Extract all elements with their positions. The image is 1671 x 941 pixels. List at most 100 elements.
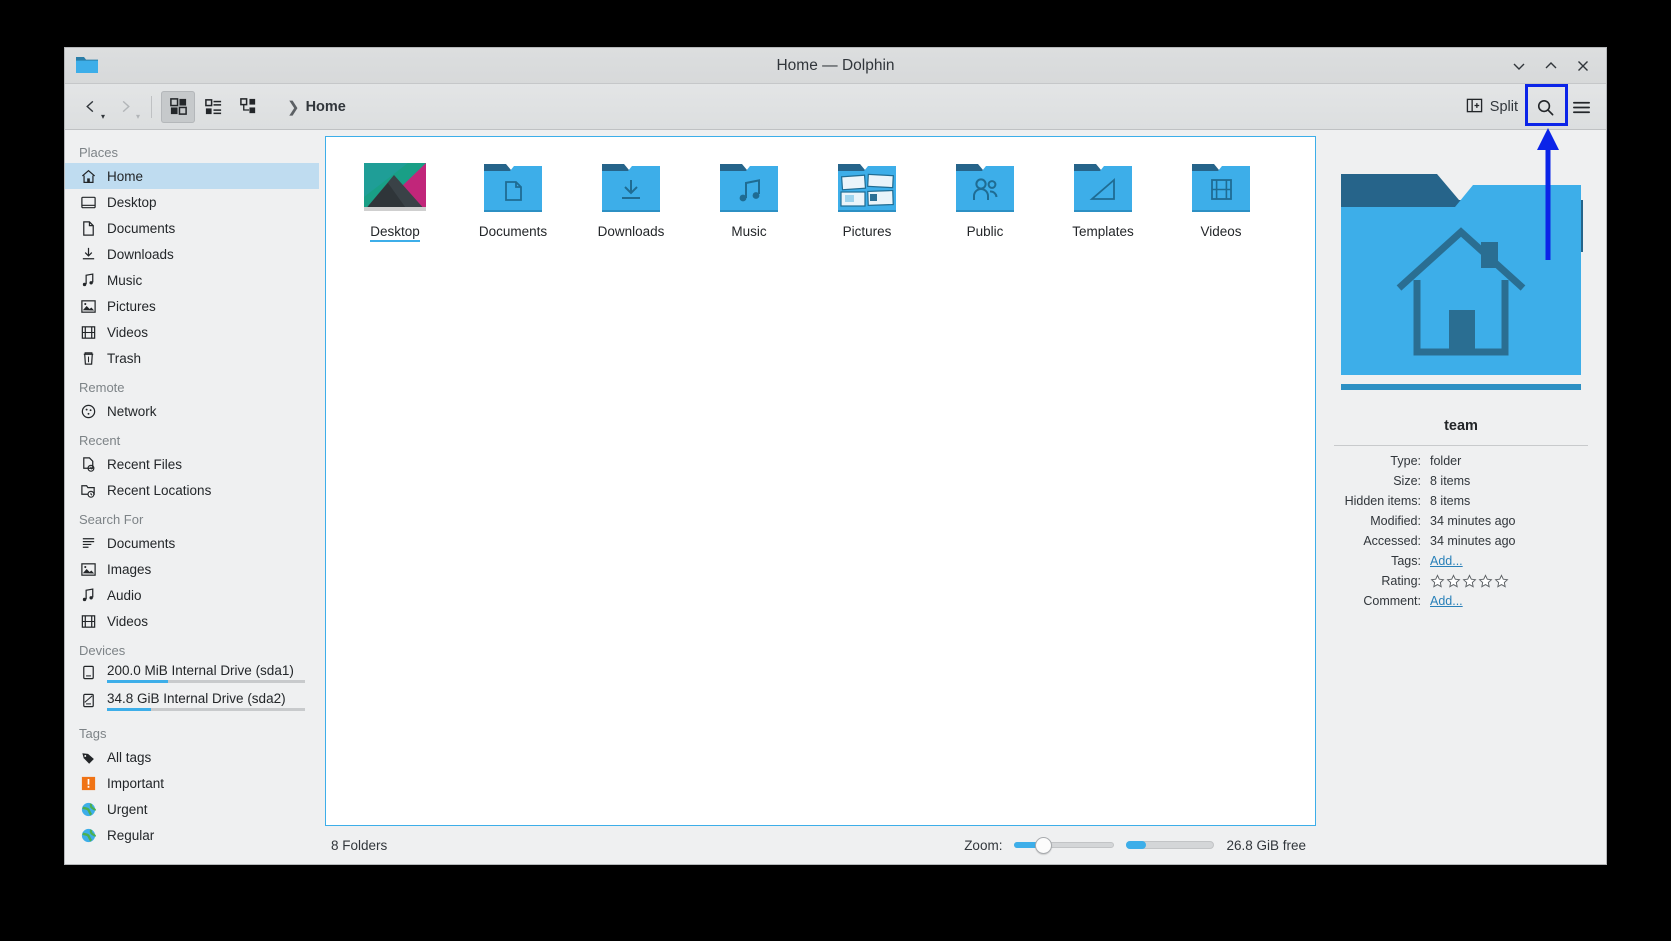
sidebar-item-music[interactable]: Music [65, 267, 319, 293]
video-icon [79, 323, 97, 341]
document-icon [79, 219, 97, 237]
sidebar-item-label: Documents [107, 220, 176, 236]
sidebar-group-devices: Devices [79, 643, 126, 658]
folder-downloads-icon [598, 157, 664, 217]
file-item-label: Templates [1072, 224, 1134, 239]
sidebar-item-search-audio[interactable]: Audio [65, 582, 319, 608]
zoom-slider-knob[interactable] [1035, 836, 1053, 854]
chevron-down-icon: ▾ [135, 111, 140, 121]
file-view[interactable]: Desktop Documents Downloads Music Pictur… [325, 136, 1316, 826]
file-item-videos[interactable]: Videos [1162, 151, 1280, 250]
sidebar-item-search-videos[interactable]: Videos [65, 608, 319, 634]
sidebar-item-drive-sda1[interactable]: 200.0 MiB Internal Drive (sda1) [65, 661, 319, 689]
info-row-accessed: Accessed: 34 minutes ago [1334, 532, 1588, 551]
star-icon [1494, 574, 1509, 588]
search-button[interactable] [1528, 90, 1562, 124]
places-sidebar[interactable]: Places Home Desktop Documents Downloads … [65, 130, 319, 864]
maximize-button[interactable] [1536, 51, 1566, 81]
tag-icon [79, 748, 97, 766]
view-compact-button[interactable] [196, 91, 230, 123]
sidebar-item-label: Trash [107, 350, 142, 366]
folder-templates-icon [1070, 157, 1136, 217]
zoom-slider[interactable] [1014, 836, 1115, 854]
sidebar-group-recent: Recent [79, 433, 121, 448]
file-item-label: Documents [478, 224, 548, 239]
add-tag-link[interactable]: Add... [1430, 554, 1463, 568]
sidebar-item-recent-files[interactable]: Recent Files [65, 451, 319, 477]
status-bar: 8 Folders Zoom: 26.8 GiB free [325, 826, 1316, 864]
file-item-templates[interactable]: Templates [1044, 151, 1162, 250]
file-item-label: Videos [1200, 224, 1242, 239]
sidebar-item-trash[interactable]: Trash [65, 345, 319, 371]
breadcrumb-item-home[interactable]: Home [306, 99, 346, 115]
sidebar-item-all-tags[interactable]: All tags [65, 744, 319, 770]
info-value: 8 items [1430, 494, 1471, 508]
info-row-size: Size: 8 items [1334, 472, 1588, 491]
folder-documents-icon [480, 157, 546, 217]
sidebar-item-home[interactable]: Home [65, 163, 319, 189]
breadcrumb[interactable]: ❯ Home [287, 98, 346, 116]
sidebar-item-label: Regular [107, 827, 155, 843]
sidebar-item-label: Images [107, 561, 152, 577]
file-item-public[interactable]: Public [926, 151, 1044, 250]
file-item-pictures[interactable]: Pictures [808, 151, 926, 250]
sidebar-group-search-for: Search For [79, 512, 144, 527]
screenshot-root: Home — Dolphin ▾ ▾ ❯ Home Split Places H… [0, 0, 1671, 941]
file-item-downloads[interactable]: Downloads [572, 151, 690, 250]
info-key: Comment: [1363, 594, 1421, 608]
search-audio-icon [79, 586, 97, 604]
sidebar-item-pictures[interactable]: Pictures [65, 293, 319, 319]
sidebar-item-desktop[interactable]: Desktop [65, 189, 319, 215]
split-button[interactable]: Split [1458, 90, 1526, 124]
star-icon [1462, 574, 1477, 588]
drive-usage-wrap: 34.8 GiB Internal Drive (sda2) [107, 691, 319, 711]
file-item-desktop[interactable]: Desktop [336, 151, 454, 250]
folder-videos-icon [1188, 157, 1254, 217]
sidebar-item-tag-important[interactable]: Important [65, 770, 319, 796]
back-button[interactable]: ▾ [73, 90, 107, 124]
sidebar-item-videos[interactable]: Videos [65, 319, 319, 345]
search-images-icon [79, 560, 97, 578]
sidebar-item-label: Network [107, 403, 157, 419]
info-row-modified: Modified: 34 minutes ago [1334, 512, 1588, 531]
sidebar-item-recent-locations[interactable]: Recent Locations [65, 477, 319, 503]
urgent-tag-icon [79, 800, 97, 818]
view-icons-button[interactable] [161, 90, 195, 123]
main-area: Desktop Documents Downloads Music Pictur… [319, 130, 1316, 864]
sidebar-item-tag-regular[interactable]: Regular [65, 822, 319, 848]
rating-stars[interactable] [1430, 572, 1509, 591]
file-item-label: Pictures [842, 224, 892, 239]
minimize-button[interactable] [1504, 51, 1534, 81]
star-icon [1430, 574, 1445, 588]
file-item-music[interactable]: Music [690, 151, 808, 250]
status-bar-right: Zoom: 26.8 GiB free [964, 836, 1310, 854]
file-item-label: Music [731, 224, 767, 239]
star-icon [1446, 574, 1461, 588]
zoom-label: Zoom: [964, 837, 1003, 853]
sidebar-item-search-documents[interactable]: Documents [65, 530, 319, 556]
sidebar-item-tag-urgent[interactable]: Urgent [65, 796, 319, 822]
hamburger-menu-button[interactable] [1564, 90, 1598, 124]
info-row-type: Type: folder [1334, 452, 1588, 471]
sidebar-item-search-images[interactable]: Images [65, 556, 319, 582]
file-item-documents[interactable]: Documents [454, 151, 572, 250]
info-value: 34 minutes ago [1430, 534, 1516, 548]
info-divider [1334, 445, 1588, 446]
window-controls [1504, 48, 1598, 84]
download-icon [79, 245, 97, 263]
sidebar-item-drive-sda2[interactable]: 34.8 GiB Internal Drive (sda2) [65, 689, 319, 717]
sidebar-item-downloads[interactable]: Downloads [65, 241, 319, 267]
add-comment-link[interactable]: Add... [1430, 594, 1463, 608]
drive-partition-icon [79, 691, 97, 709]
folder-public-icon [952, 157, 1018, 217]
sidebar-group-places: Places [79, 145, 119, 160]
search-videos-icon [79, 612, 97, 630]
info-value: 8 items [1430, 474, 1471, 488]
view-details-button[interactable] [231, 91, 265, 123]
sidebar-item-label: Recent Files [107, 456, 183, 472]
sidebar-item-documents[interactable]: Documents [65, 215, 319, 241]
sidebar-item-network[interactable]: Network [65, 398, 319, 424]
forward-button[interactable]: ▾ [108, 90, 142, 124]
close-button[interactable] [1568, 51, 1598, 81]
sidebar-item-label: Music [107, 272, 143, 288]
